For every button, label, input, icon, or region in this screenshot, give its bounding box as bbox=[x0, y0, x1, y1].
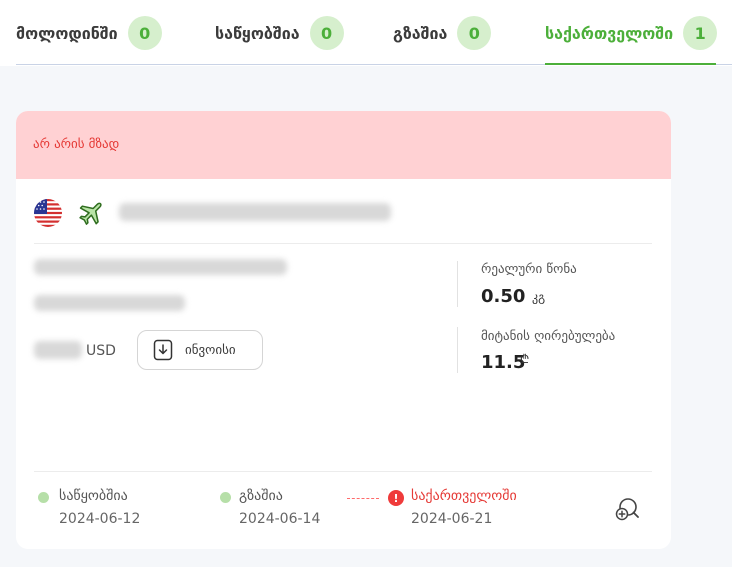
currency-label: USD bbox=[86, 343, 116, 359]
tab-label: გზაშია bbox=[393, 23, 448, 43]
tab-in-transit[interactable]: გზაშია 0 bbox=[393, 16, 492, 50]
timeline-date: 2024-06-12 bbox=[59, 511, 141, 527]
download-file-icon bbox=[153, 339, 173, 361]
tab-count-badge: 1 bbox=[683, 16, 718, 50]
tab-pending[interactable]: მოლოდინში 0 bbox=[16, 16, 162, 50]
tab-label: საქართველოში bbox=[545, 23, 674, 43]
tab-in-warehouse[interactable]: საწყობშია 0 bbox=[215, 16, 344, 50]
timeline-divider bbox=[34, 471, 652, 472]
status-banner: არ არის მზად bbox=[16, 111, 671, 179]
tab-count-badge: 0 bbox=[309, 16, 344, 50]
airplane-icon bbox=[76, 200, 104, 228]
invoice-button-label: ინვოისი bbox=[185, 342, 236, 358]
tab-count-badge: 0 bbox=[457, 16, 492, 50]
card-divider bbox=[34, 243, 652, 244]
status-banner-text: არ არის მზად bbox=[33, 137, 120, 152]
status-tabs: მოლოდინში 0 საწყობშია 0 გზაშია 0 საქართვ… bbox=[0, 0, 732, 66]
timeline-date: 2024-06-21 bbox=[411, 511, 493, 527]
tab-in-georgia[interactable]: საქართველოში 1 bbox=[545, 16, 718, 50]
timeline-label: გზაშია bbox=[239, 488, 283, 504]
usa-flag-icon bbox=[34, 199, 62, 227]
active-tab-indicator bbox=[545, 63, 716, 65]
tab-count-badge: 0 bbox=[127, 16, 162, 50]
timeline-done-dot bbox=[220, 492, 231, 503]
price-redacted bbox=[34, 341, 82, 359]
timeline-date: 2024-06-14 bbox=[239, 511, 321, 527]
real-weight-title: რეალური წონა bbox=[481, 262, 577, 277]
lari-currency-icon: ₾ bbox=[520, 352, 530, 366]
invoice-button[interactable]: ინვოისი bbox=[137, 330, 263, 370]
delivery-cost-value: 11.5 bbox=[481, 352, 526, 373]
real-weight-value: 0.50 bbox=[481, 286, 526, 307]
parcel-card: არ არის მზად USD ინვოისი რეალური წონა 0.… bbox=[16, 111, 671, 549]
tab-label: საწყობშია bbox=[215, 23, 300, 43]
delivery-cost-title: მიტანის ღირებულება bbox=[481, 329, 616, 344]
tracking-number-redacted bbox=[119, 203, 391, 221]
timeline-dashed-connector bbox=[347, 498, 379, 499]
description-redacted bbox=[34, 295, 185, 311]
stat-divider bbox=[457, 261, 458, 307]
real-weight-unit: კგ bbox=[532, 290, 546, 304]
stat-divider bbox=[457, 327, 458, 373]
timeline-done-dot bbox=[38, 492, 49, 503]
timeline-label: საქართველოში bbox=[411, 488, 517, 504]
alert-icon: ! bbox=[388, 490, 404, 506]
tab-label: მოლოდინში bbox=[16, 23, 118, 43]
zoom-in-icon bbox=[615, 498, 639, 521]
zoom-in-button[interactable] bbox=[613, 496, 641, 524]
shop-name-redacted bbox=[34, 259, 287, 275]
timeline-label: საწყობშია bbox=[59, 488, 128, 504]
